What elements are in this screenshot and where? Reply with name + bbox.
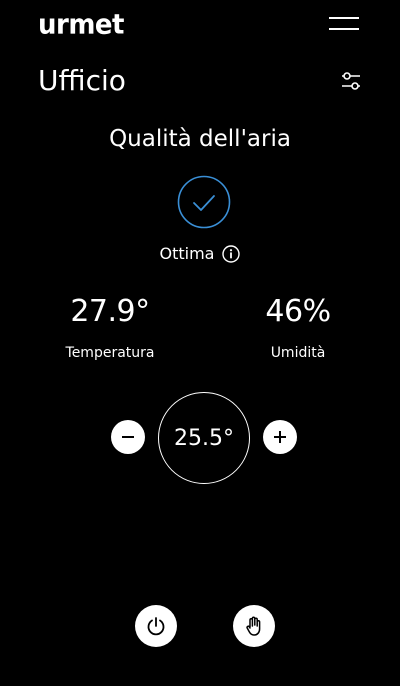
plus-icon (274, 431, 286, 443)
info-button[interactable] (222, 244, 241, 263)
menu-button[interactable] (326, 14, 362, 34)
settings-button[interactable] (338, 68, 364, 94)
air-quality-status-label: Ottima (159, 244, 215, 263)
hand-icon (246, 616, 261, 636)
increase-setpoint-button[interactable] (263, 420, 297, 454)
air-quality-title: Qualità dell'aria (109, 126, 291, 152)
power-icon (147, 617, 165, 636)
humidity-label: Umidità (270, 345, 326, 361)
check-circle-icon (177, 175, 231, 229)
temperature-label: Temperatura (65, 345, 155, 361)
setpoint-value: 25.5° (174, 425, 234, 451)
sliders-icon (342, 72, 360, 90)
air-quality-status-indicator (177, 175, 231, 229)
urmet-logo: urmet (38, 9, 125, 41)
humidity-reading: 46% Umidità (238, 294, 358, 361)
info-icon (222, 244, 241, 263)
power-button[interactable] (135, 605, 177, 647)
temperature-value: 27.9° (70, 294, 150, 329)
setpoint-display: 25.5° (158, 392, 250, 484)
decrease-setpoint-button[interactable] (111, 420, 145, 454)
manual-mode-button[interactable] (233, 605, 275, 647)
humidity-value: 46% (265, 294, 331, 329)
minus-icon (122, 436, 134, 438)
air-quality-status: Ottima (0, 244, 400, 263)
temperature-reading: 27.9° Temperatura (50, 294, 170, 361)
room-title: Ufficio (38, 64, 126, 97)
